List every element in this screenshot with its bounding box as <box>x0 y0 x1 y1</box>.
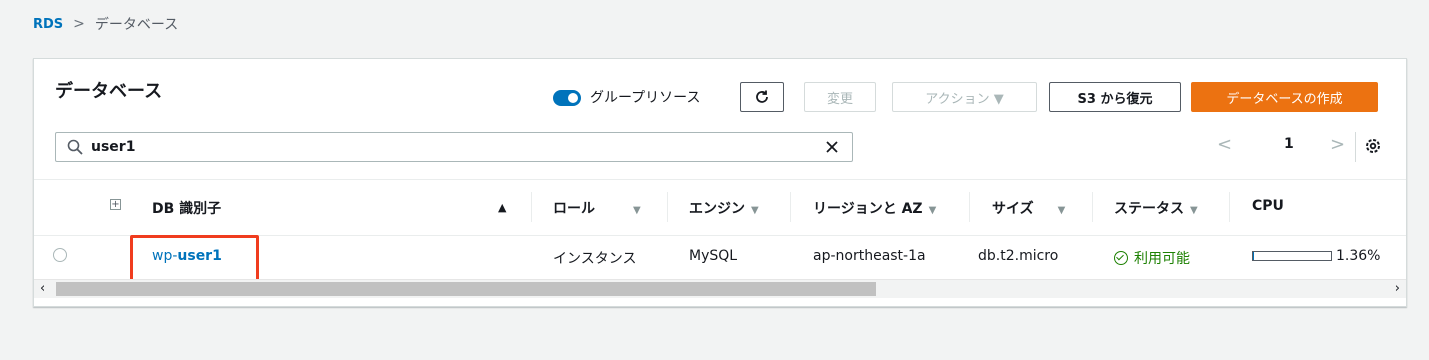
cell-engine: MySQL <box>689 248 738 264</box>
modify-button[interactable]: 変更 <box>804 82 876 112</box>
column-divider <box>531 192 532 222</box>
create-database-button[interactable]: データベースの作成 <box>1191 82 1378 112</box>
status-label: 利用可能 <box>1134 251 1190 267</box>
databases-panel: データベース グループリソース 変更 アクション ▼ S3 から復元 データベー… <box>33 58 1407 307</box>
column-header-db-id[interactable]: DB 識別子 <box>152 198 221 218</box>
horizontal-scrollbar[interactable]: ‹ › <box>34 279 1406 298</box>
expand-all-icon[interactable]: + <box>110 199 121 210</box>
column-header-engine[interactable]: エンジン ▼ <box>689 198 759 218</box>
cell-cpu: 1.36% <box>1252 248 1380 264</box>
column-divider <box>969 192 970 222</box>
column-divider <box>667 192 668 222</box>
cpu-value: 1.36% <box>1336 248 1381 264</box>
refresh-icon <box>756 90 768 103</box>
close-icon[interactable] <box>824 139 840 155</box>
pagination-next-button[interactable]: > <box>1330 134 1345 155</box>
column-divider <box>1092 192 1093 222</box>
pagination-prev-button[interactable]: < <box>1217 134 1232 155</box>
status-available-icon <box>1114 251 1128 265</box>
cell-status: 利用可能 <box>1114 248 1190 268</box>
pagination-page-number[interactable]: 1 <box>1284 136 1294 152</box>
column-divider <box>790 192 791 222</box>
db-identifier-match: user1 <box>177 248 222 264</box>
breadcrumb: RDS > データベース <box>33 14 178 34</box>
group-resources-label: グループリソース <box>590 90 701 106</box>
breadcrumb-current: データベース <box>94 17 179 33</box>
scroll-right-arrow[interactable]: › <box>1395 281 1400 296</box>
row-select-radio[interactable] <box>53 248 67 262</box>
db-identifier-link[interactable]: wp-user1 <box>152 248 222 264</box>
column-header-role[interactable]: ロール ▼ <box>553 198 641 218</box>
search-icon <box>67 139 83 155</box>
pagination-divider <box>1355 132 1356 162</box>
search-input[interactable]: user1 <box>55 132 853 162</box>
column-divider <box>1229 192 1230 222</box>
actions-dropdown-button[interactable]: アクション ▼ <box>892 82 1037 112</box>
breadcrumb-separator: > <box>73 16 85 32</box>
scroll-left-arrow[interactable]: ‹ <box>40 281 45 296</box>
cell-role: インスタンス <box>553 251 637 267</box>
column-header-status[interactable]: ステータス ▼ <box>1114 198 1198 218</box>
gear-icon[interactable] <box>1364 137 1382 155</box>
refresh-button[interactable] <box>740 82 784 112</box>
column-header-cpu[interactable]: CPU <box>1252 198 1284 214</box>
db-identifier-prefix: wp- <box>152 248 178 264</box>
table-row[interactable]: wp-user1 インスタンス MySQL ap-northeast-1a db… <box>34 235 1406 284</box>
toggle-knob <box>568 93 578 103</box>
cpu-progress-fill <box>1253 252 1255 260</box>
column-header-size[interactable]: サイズ ▼ <box>992 198 1065 218</box>
cell-region: ap-northeast-1a <box>813 248 926 264</box>
search-value: user1 <box>91 139 136 155</box>
column-header-region[interactable]: リージョンと AZ ▼ <box>813 198 936 218</box>
cell-size: db.t2.micro <box>978 248 1059 264</box>
cpu-progress-bar <box>1252 251 1332 261</box>
restore-from-s3-button[interactable]: S3 から復元 <box>1049 82 1181 112</box>
sort-ascending-icon[interactable]: ▲ <box>498 201 506 214</box>
breadcrumb-rds-link[interactable]: RDS <box>33 17 63 32</box>
panel-title: データベース <box>55 81 163 102</box>
scrollbar-thumb[interactable] <box>56 282 876 296</box>
group-resources-toggle[interactable] <box>553 90 581 106</box>
table-header: + DB 識別子 ▲ ロール ▼ エンジン ▼ リージョンと AZ ▼ サイズ ▼ ステ… <box>34 179 1406 236</box>
